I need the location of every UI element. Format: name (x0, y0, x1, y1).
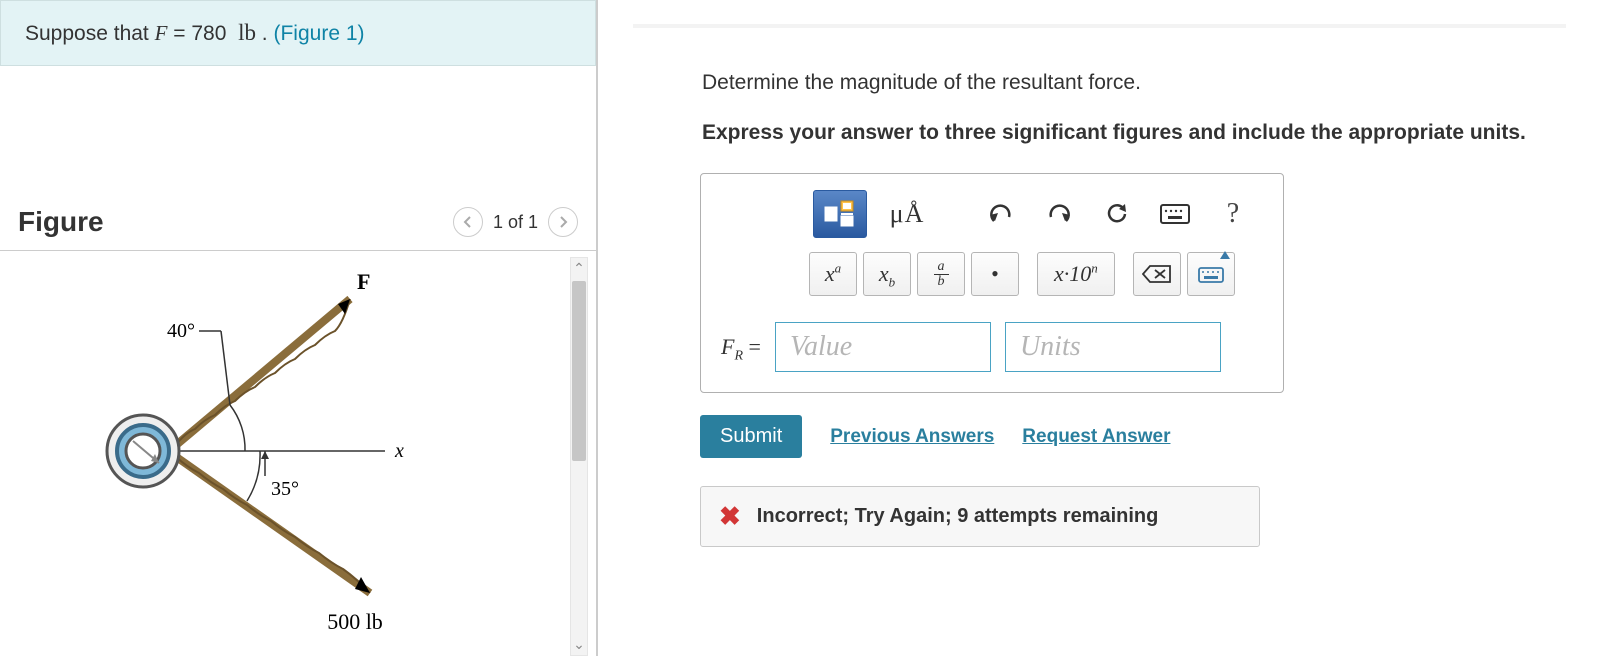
figure-diagram: x F 40° (95, 251, 445, 656)
toolbar-row-2: xa xb ab • x·10n (717, 252, 1267, 296)
fraction-button[interactable]: ab (917, 252, 965, 296)
axis-label: x (394, 440, 404, 462)
problem-after: . (256, 22, 274, 45)
template-icon (823, 199, 857, 229)
problem-unit: lb (238, 20, 256, 45)
force-top-label: F (357, 269, 370, 294)
pager-prev-button[interactable] (453, 207, 483, 237)
problem-eq: = 780 (167, 22, 238, 45)
input-panel: μÅ ? xa xb (700, 173, 1284, 393)
left-pane: Suppose that F = 780 lb . (Figure 1) Fig… (0, 0, 598, 656)
figure-link[interactable]: (Figure 1) (273, 22, 364, 45)
section-divider (633, 24, 1566, 28)
angle-top-label: 40° (167, 320, 195, 342)
question-prompt: Determine the magnitude of the resultant… (702, 71, 1606, 95)
figure-body: x F 40° (0, 251, 596, 656)
units-input[interactable] (1005, 322, 1221, 372)
units-button[interactable]: μÅ (877, 190, 937, 238)
answer-row: FR = (717, 322, 1267, 372)
keyboard-button[interactable] (1151, 190, 1199, 238)
angle-bottom-label: 35° (271, 478, 299, 500)
problem-var: F (155, 21, 168, 45)
undo-button[interactable] (977, 190, 1025, 238)
keyboard-icon (1160, 204, 1190, 224)
scientific-button[interactable]: x·10n (1037, 252, 1115, 296)
chevron-up-icon (1220, 251, 1230, 259)
reset-button[interactable] (1093, 190, 1141, 238)
subscript-button[interactable]: xb (863, 252, 911, 296)
answer-label: FR = (721, 334, 761, 360)
right-pane: Determine the magnitude of the resultant… (598, 0, 1606, 656)
actions-row: Submit Previous Answers Request Answer (700, 415, 1606, 458)
dot-button[interactable]: • (971, 252, 1019, 296)
feedback-text: Incorrect; Try Again; 9 attempts remaini… (757, 505, 1159, 528)
redo-button[interactable] (1035, 190, 1083, 238)
question-instructions: Express your answer to three significant… (702, 121, 1606, 145)
reset-icon (1104, 201, 1130, 227)
scroll-down-icon[interactable]: ⌄ (573, 634, 585, 655)
force-bottom-label: 500 lb (327, 609, 383, 634)
figure-scrollbar[interactable]: ⌃ ⌄ (570, 257, 588, 656)
figure-header: Figure 1 of 1 (0, 206, 596, 238)
figure-heading: Figure (18, 206, 104, 238)
chevron-left-icon (462, 216, 474, 228)
submit-button[interactable]: Submit (700, 415, 802, 458)
backspace-icon (1142, 264, 1172, 284)
problem-statement: Suppose that F = 780 lb . (Figure 1) (0, 0, 596, 66)
redo-icon (1046, 203, 1072, 225)
pager-next-button[interactable] (548, 207, 578, 237)
chevron-right-icon (557, 216, 569, 228)
undo-icon (988, 203, 1014, 225)
keyboard-small-icon (1198, 265, 1224, 283)
question-block: Determine the magnitude of the resultant… (702, 71, 1606, 145)
figure-pager: 1 of 1 (453, 207, 578, 237)
scroll-up-icon[interactable]: ⌃ (573, 258, 585, 279)
previous-answers-link[interactable]: Previous Answers (830, 426, 994, 448)
problem-prefix: Suppose that (25, 22, 155, 45)
toolbar-row-1: μÅ ? (717, 190, 1267, 238)
keyboard-small-button[interactable] (1187, 252, 1235, 296)
template-button[interactable] (813, 190, 867, 238)
pager-label: 1 of 1 (493, 212, 538, 233)
superscript-button[interactable]: xa (809, 252, 857, 296)
help-button[interactable]: ? (1209, 190, 1257, 238)
feedback-box: ✖ Incorrect; Try Again; 9 attempts remai… (700, 486, 1260, 547)
backspace-button[interactable] (1133, 252, 1181, 296)
request-answer-link[interactable]: Request Answer (1022, 426, 1170, 448)
incorrect-icon: ✖ (719, 501, 741, 532)
scrollbar-thumb[interactable] (572, 281, 586, 461)
value-input[interactable] (775, 322, 991, 372)
